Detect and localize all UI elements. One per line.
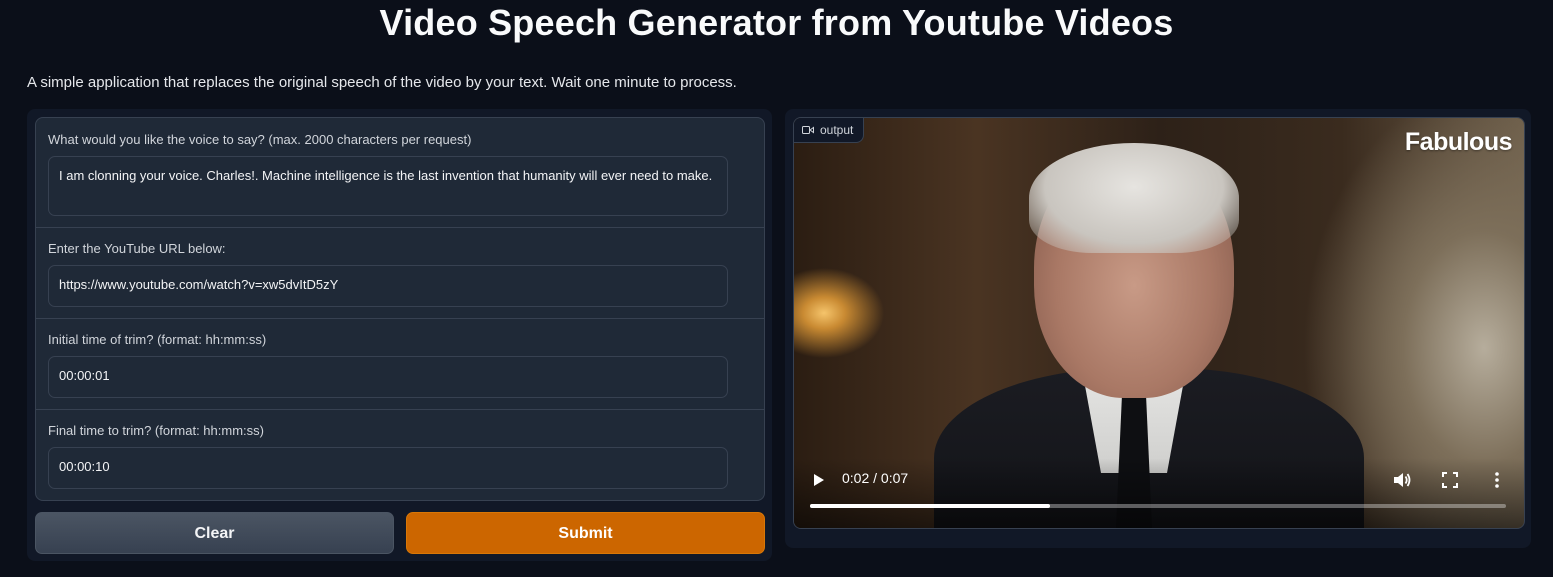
start-time-field-block: Initial time of trim? (format: hh:mm:ss)… — [36, 318, 764, 410]
input-panel: What would you like the voice to say? (m… — [27, 109, 772, 561]
video-progress-fill — [810, 504, 1051, 508]
text-field-block: What would you like the voice to say? (m… — [36, 118, 764, 228]
page-description: A simple application that replaces the o… — [27, 74, 737, 91]
video-person-hair — [1029, 143, 1239, 253]
submit-button[interactable]: Submit — [406, 512, 765, 554]
volume-icon[interactable] — [1392, 470, 1412, 490]
page-title: Video Speech Generator from Youtube Vide… — [379, 2, 1174, 43]
video-progress-bar[interactable] — [810, 504, 1506, 508]
text-field-label: What would you like the voice to say? (m… — [48, 132, 472, 147]
video-watermark-logo: Fabulous — [1404, 128, 1513, 156]
play-icon[interactable] — [812, 472, 826, 488]
end-time-field-block: Final time to trim? (format: hh:mm:ss) 0… — [36, 409, 764, 500]
output-video-player[interactable]: output Fabulous 0:02 / 0:07 — [793, 117, 1525, 529]
start-time-field-input[interactable]: 00:00:01 — [48, 356, 728, 398]
time-display: 0:02 / 0:07 — [842, 470, 909, 486]
clear-button[interactable]: Clear — [35, 512, 394, 554]
end-time-field-input[interactable]: 00:00:10 — [48, 447, 728, 489]
video-camera-icon — [802, 126, 814, 134]
url-field-label: Enter the YouTube URL below: — [48, 241, 226, 256]
url-field-input[interactable]: https://www.youtube.com/watch?v=xw5dvItD… — [48, 265, 728, 307]
end-time-field-label: Final time to trim? (format: hh:mm:ss) — [48, 423, 264, 438]
output-label-text: output — [820, 123, 854, 137]
url-field-block: Enter the YouTube URL below: https://www… — [36, 227, 764, 319]
input-form: What would you like the voice to say? (m… — [35, 117, 765, 501]
output-label-tag: output — [794, 118, 865, 143]
output-panel: output Fabulous 0:02 / 0:07 — [785, 109, 1531, 548]
more-options-icon[interactable] — [1494, 470, 1500, 490]
video-controls: 0:02 / 0:07 — [794, 458, 1524, 528]
fullscreen-icon[interactable] — [1442, 472, 1458, 488]
start-time-field-label: Initial time of trim? (format: hh:mm:ss) — [48, 332, 267, 347]
text-field-input[interactable]: I am clonning your voice. Charles!. Mach… — [48, 156, 728, 216]
